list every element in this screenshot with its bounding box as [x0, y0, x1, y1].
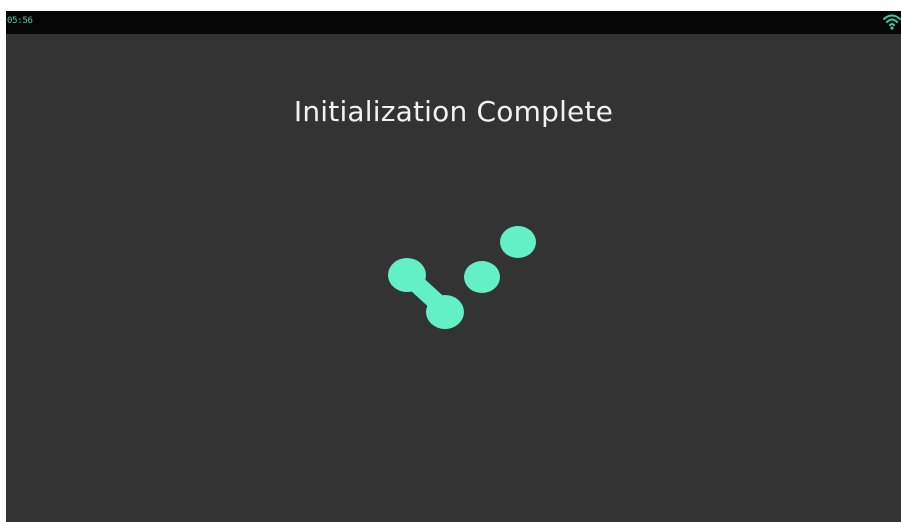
check-dot-2 — [426, 295, 464, 329]
wifi-icon — [883, 14, 901, 30]
status-bar: 05:56 — [6, 11, 901, 34]
page-title: Initialization Complete — [293, 95, 614, 128]
check-dot-3 — [464, 261, 500, 293]
check-dot-4 — [500, 226, 536, 258]
status-time: 05:56 — [7, 16, 33, 26]
app-screen: 05:56 Initialization Complete — [6, 11, 901, 522]
check-mark-dots-icon — [376, 216, 536, 336]
check-dot-1 — [388, 258, 426, 292]
